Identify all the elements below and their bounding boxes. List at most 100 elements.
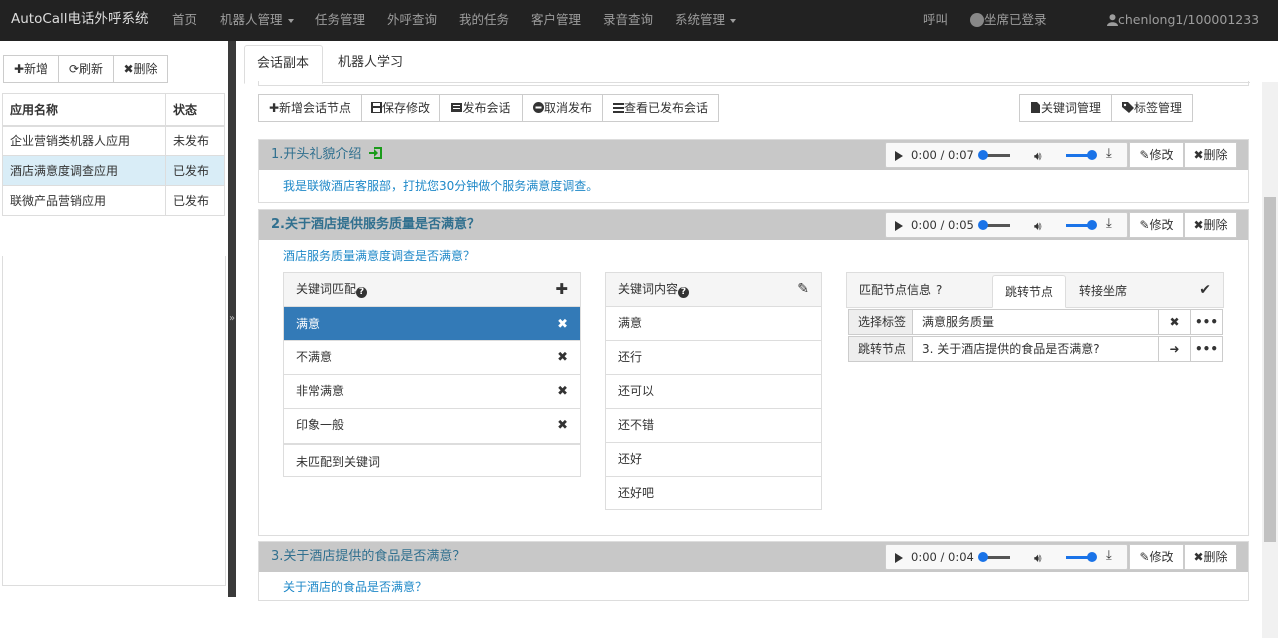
volume-knob[interactable] bbox=[1087, 220, 1097, 230]
close-icon[interactable]: ✖ bbox=[557, 341, 568, 374]
scrollbar-thumb[interactable] bbox=[1264, 197, 1276, 542]
view-published-button[interactable]: 查看已发布会话 bbox=[602, 94, 719, 122]
app-name[interactable]: 联微产品营销应用 bbox=[2, 185, 166, 216]
tab-session-copy[interactable]: 会话副本 bbox=[244, 45, 323, 84]
delete-node-button[interactable]: ✖删除 bbox=[1184, 142, 1237, 168]
tab-robot-learning[interactable]: 机器人学习 bbox=[326, 45, 415, 84]
close-icon[interactable]: ✖ bbox=[557, 409, 568, 442]
close-icon[interactable]: ✖ bbox=[557, 308, 568, 341]
tag-mgmt-button[interactable]: 标签管理 bbox=[1111, 94, 1193, 122]
brand[interactable]: AutoCall电话外呼系统 bbox=[11, 0, 149, 41]
help-icon[interactable]: ? bbox=[678, 287, 690, 298]
progress-knob[interactable] bbox=[978, 220, 988, 230]
check-icon[interactable]: ✔ bbox=[1199, 273, 1211, 307]
node-title[interactable]: 2.关于酒店提供服务质量是否满意？ bbox=[271, 210, 480, 240]
nav-home[interactable]: 首页 bbox=[172, 0, 197, 41]
seat-status[interactable]: 坐席已登录 bbox=[970, 0, 1047, 41]
keyword-item-selected[interactable]: 满意 ✖ bbox=[284, 307, 580, 340]
unmatched-keyword-item[interactable]: 未匹配到关键词 bbox=[284, 443, 580, 477]
nav-task-mgmt[interactable]: 任务管理 bbox=[315, 0, 365, 41]
app-name[interactable]: 企业营销类机器人应用 bbox=[2, 125, 166, 156]
edit-node-button[interactable]: ✎修改 bbox=[1129, 544, 1184, 570]
play-icon[interactable] bbox=[895, 553, 903, 563]
jump-node-field[interactable]: 3. 关于酒店提供的食品是否满意? bbox=[912, 336, 1159, 362]
speaker-icon[interactable]: 🔊︎ bbox=[1034, 149, 1042, 164]
keyword-item[interactable]: 非常满意 ✖ bbox=[284, 374, 580, 407]
tab-transfer-seat[interactable]: 转接坐席 bbox=[1079, 275, 1127, 307]
publish-label: 发布会话 bbox=[462, 101, 511, 115]
edit-icon: ✎ bbox=[1139, 218, 1150, 232]
keyword-mgmt-button[interactable]: 关键词管理 bbox=[1019, 94, 1112, 122]
download-icon[interactable]: ⤓ bbox=[1106, 216, 1112, 231]
more-node-button[interactable]: ••• bbox=[1190, 336, 1223, 362]
volume-knob[interactable] bbox=[1087, 552, 1097, 562]
pencil-icon[interactable]: ✎ bbox=[797, 273, 809, 306]
nav-customer-mgmt[interactable]: 客户管理 bbox=[531, 0, 581, 41]
table-row[interactable]: 联微产品营销应用 已发布 bbox=[2, 185, 225, 216]
delete-node-button[interactable]: ✖删除 bbox=[1184, 544, 1237, 570]
speaker-icon[interactable]: 🔊︎ bbox=[1034, 219, 1042, 234]
ellipsis-icon: ••• bbox=[1194, 315, 1218, 329]
node-title[interactable]: 3.关于酒店提供的食品是否满意？ bbox=[271, 542, 465, 572]
delete-node-button[interactable]: ✖删除 bbox=[1184, 212, 1237, 238]
keyword-match-title: 关键词匹配 bbox=[296, 282, 357, 296]
progress-knob[interactable] bbox=[978, 552, 988, 562]
node-title[interactable]: 1.开头礼貌介绍 bbox=[271, 140, 382, 170]
audio-player[interactable]: 0:00 / 0:07 🔊︎ ⤓ bbox=[885, 142, 1128, 168]
app-name[interactable]: 酒店满意度调查应用 bbox=[2, 155, 166, 186]
content-item[interactable]: 满意 bbox=[606, 307, 821, 340]
nav-my-tasks[interactable]: 我的任务 bbox=[459, 0, 509, 41]
edit-node-button[interactable]: ✎修改 bbox=[1129, 212, 1184, 238]
refresh-button[interactable]: ⟳刷新 bbox=[58, 55, 114, 83]
save-button[interactable]: 保存修改 bbox=[361, 94, 440, 122]
audio-player[interactable]: 0:00 / 0:05 🔊︎ ⤓ bbox=[885, 212, 1128, 238]
panel-splitter[interactable]: » bbox=[228, 41, 236, 597]
clear-tag-button[interactable]: ✖ bbox=[1158, 309, 1191, 335]
content-item[interactable]: 还可以 bbox=[606, 374, 821, 407]
ellipsis-icon: ••• bbox=[1194, 342, 1218, 356]
download-icon[interactable]: ⤓ bbox=[1106, 548, 1112, 563]
nav-call[interactable]: 呼叫 bbox=[923, 0, 948, 41]
go-node-button[interactable]: ➜ bbox=[1158, 336, 1191, 362]
download-icon[interactable]: ⤓ bbox=[1106, 146, 1112, 161]
jump-node-label: 跳转节点 bbox=[848, 336, 913, 362]
content-item[interactable]: 还好吧 bbox=[606, 476, 821, 509]
nav-system-mgmt-label: 系统管理 bbox=[675, 12, 726, 27]
help-icon[interactable]: ? bbox=[356, 287, 368, 298]
add-app-button[interactable]: ✚新增 bbox=[3, 55, 59, 83]
tab-jump-node[interactable]: 跳转节点 bbox=[992, 275, 1066, 308]
close-icon[interactable]: ✖ bbox=[557, 375, 568, 408]
delete-app-button[interactable]: ✖删除 bbox=[113, 55, 168, 83]
keyword-label: 印象一般 bbox=[296, 418, 345, 432]
edit-node-button[interactable]: ✎修改 bbox=[1129, 142, 1184, 168]
audio-player[interactable]: 0:00 / 0:04 🔊︎ ⤓ bbox=[885, 544, 1128, 570]
nav-call-query[interactable]: 外呼查询 bbox=[387, 0, 437, 41]
nav-recording-query[interactable]: 录音查询 bbox=[603, 0, 653, 41]
plus-icon[interactable]: ✚ bbox=[555, 273, 568, 306]
play-icon[interactable] bbox=[895, 151, 903, 161]
nav-robot-mgmt[interactable]: 机器人管理 bbox=[220, 0, 294, 41]
table-row[interactable]: 企业营销类机器人应用 未发布 bbox=[2, 125, 225, 156]
content-item[interactable]: 还好 bbox=[606, 442, 821, 475]
content-item[interactable]: 还行 bbox=[606, 340, 821, 373]
help-icon[interactable]: ? bbox=[936, 273, 942, 307]
speaker-icon[interactable]: 🔊︎ bbox=[1034, 551, 1042, 566]
content-item[interactable]: 还不错 bbox=[606, 408, 821, 441]
keyword-item[interactable]: 印象一般 ✖ bbox=[284, 408, 580, 441]
select-tag-field[interactable]: 满意服务质量 bbox=[912, 309, 1159, 335]
add-node-button[interactable]: ✚新增会话节点 bbox=[258, 94, 362, 122]
keyword-item[interactable]: 不满意 ✖ bbox=[284, 340, 580, 373]
user-name: chenlong1/100001233 bbox=[1118, 12, 1260, 27]
table-row-selected[interactable]: 酒店满意度调查应用 已发布 bbox=[2, 155, 225, 186]
play-icon[interactable] bbox=[895, 221, 903, 231]
nav-system-mgmt[interactable]: 系统管理 bbox=[675, 0, 737, 41]
unpublish-button[interactable]: 取消发布 bbox=[522, 94, 603, 122]
more-tag-button[interactable]: ••• bbox=[1190, 309, 1223, 335]
collapse-arrow-icon[interactable]: » bbox=[229, 313, 235, 324]
progress-knob[interactable] bbox=[978, 150, 988, 160]
user-menu[interactable]: chenlong1/100001233 bbox=[1107, 0, 1259, 41]
vertical-scrollbar[interactable] bbox=[1262, 82, 1278, 638]
publish-button[interactable]: 发布会话 bbox=[439, 94, 523, 122]
status-dot-icon bbox=[970, 13, 984, 27]
volume-knob[interactable] bbox=[1087, 150, 1097, 160]
